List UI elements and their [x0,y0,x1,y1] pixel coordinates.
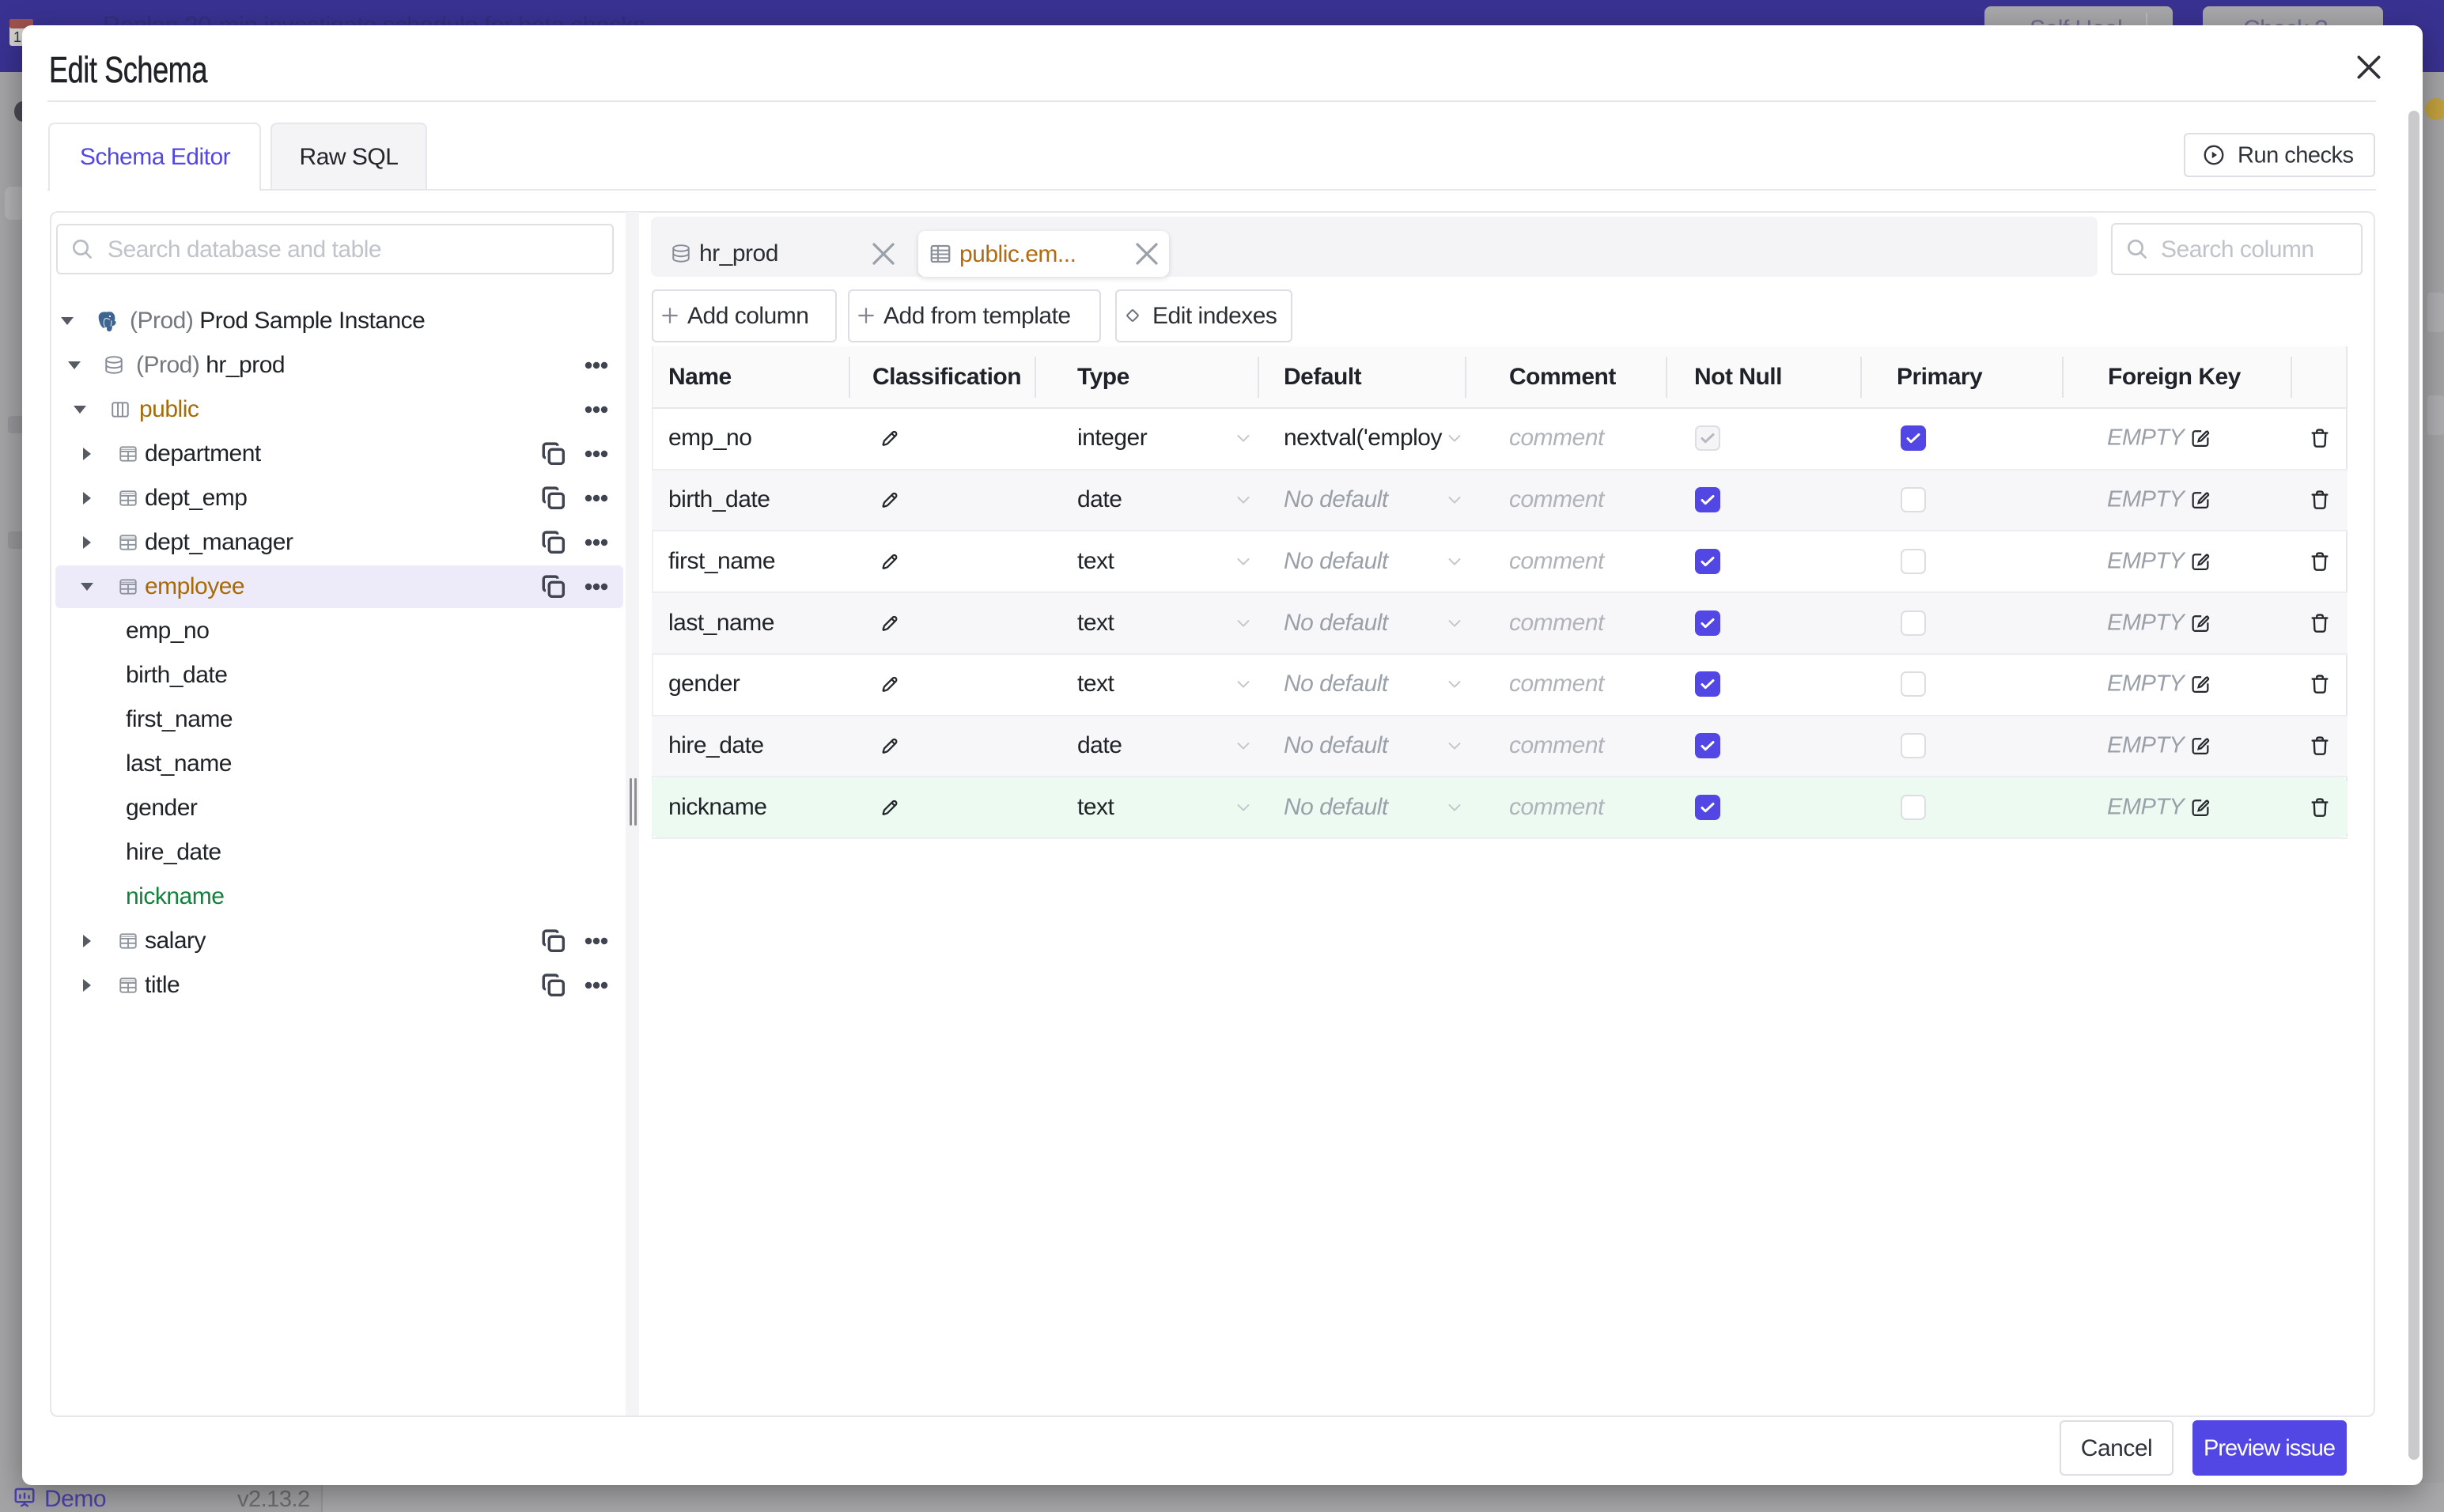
svg-text:Edit Schema: Edit Schema [49,52,208,87]
